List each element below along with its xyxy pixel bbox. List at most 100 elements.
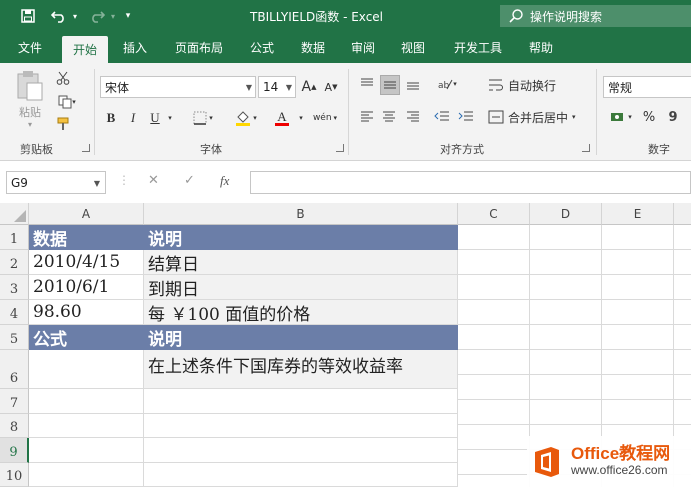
row-header-8[interactable]: 8 [0,414,29,438]
increase-indent-icon[interactable] [456,107,476,125]
clipboard-launcher-icon[interactable] [82,144,90,152]
watermark: Office教程网 www.office26.com [527,436,691,487]
insert-function-button[interactable]: fx [220,173,229,189]
number-format-select[interactable]: 常规 [603,76,691,98]
column-header-a[interactable]: A [29,203,144,225]
cell-a7[interactable] [29,389,144,414]
tab-home[interactable]: 开始 [62,36,108,63]
align-left-icon[interactable] [358,107,376,125]
cell-a9[interactable] [29,438,144,463]
font-name-select[interactable]: 宋体 ▼ [100,76,256,98]
search-input[interactable]: 操作说明搜索 [500,5,691,27]
align-right-icon[interactable] [404,107,422,125]
undo-icon[interactable] [48,6,70,26]
row-header-3[interactable]: 3 [0,275,29,300]
tab-page-layout[interactable]: 页面布局 [162,32,236,63]
customize-qat-icon[interactable]: ▾ [122,6,134,26]
name-box[interactable]: G9 ▼ [6,171,106,194]
bold-button[interactable]: B [102,108,120,128]
percent-style-button[interactable]: % [640,107,658,127]
tab-data[interactable]: 数据 [290,32,336,63]
row-header-6[interactable]: 6 [0,350,29,389]
row-header-4[interactable]: 4 [0,300,29,325]
tab-developer[interactable]: 开发工具 [440,32,516,63]
tab-formulas[interactable]: 公式 [240,32,284,63]
column-header-d[interactable]: D [530,203,602,225]
tab-insert[interactable]: 插入 [112,32,158,63]
cell-b8[interactable] [144,414,458,438]
row-header-7[interactable]: 7 [0,389,29,414]
wrap-text-label: 自动换行 [508,78,557,93]
save-icon[interactable] [18,6,38,26]
cell-b7[interactable] [144,389,458,414]
fill-color-button[interactable]: ▾ [230,108,262,128]
cell-a3[interactable]: 2010/6/1 [29,275,144,300]
cell-b6[interactable]: 在上述条件下国库券的等效收益率 [144,350,458,389]
tab-view[interactable]: 视图 [390,32,436,63]
font-size-value: 14 [263,80,279,94]
align-middle-icon[interactable] [380,75,400,95]
align-top-icon[interactable] [358,75,376,93]
decrease-font-size-button[interactable]: A ▼ [322,77,340,97]
copy-icon[interactable]: ▾ [54,93,80,111]
cell-b10[interactable] [144,463,458,487]
comma-style-button[interactable]: 9 [664,107,682,127]
select-all-corner[interactable] [0,203,29,225]
cell-b9[interactable] [144,438,458,463]
accounting-format-button[interactable]: ▾ [604,107,638,127]
redo-dropdown-icon[interactable]: ▾ [108,6,118,26]
redo-icon[interactable] [86,6,108,26]
column-header-b[interactable]: B [144,203,458,225]
cell-a4[interactable]: 98.60 [29,300,144,325]
font-color-dropdown-icon[interactable]: ▾ [296,108,306,128]
tab-review[interactable]: 审阅 [340,32,386,63]
orientation-button[interactable]: ab ▾ [432,75,462,93]
decrease-indent-icon[interactable] [432,107,452,125]
column-header-f[interactable] [674,203,691,225]
enter-check-icon[interactable]: ✓ [184,173,195,188]
font-launcher-icon[interactable] [336,144,344,152]
more-options-icon[interactable]: ⋮ [118,173,130,187]
font-color-button[interactable]: A [266,108,298,128]
align-center-icon[interactable] [380,107,398,125]
tab-file[interactable]: 文件 [6,32,54,63]
formula-input[interactable] [250,171,691,194]
row-header-2[interactable]: 2 [0,250,29,275]
paste-button[interactable]: 粘贴 ▾ [12,69,48,129]
cell-a8[interactable] [29,414,144,438]
italic-button[interactable]: I [124,108,142,128]
chevron-down-icon: ▼ [93,179,100,188]
undo-dropdown-icon[interactable]: ▾ [70,6,80,26]
cut-icon[interactable] [54,69,72,87]
row-header-10[interactable]: 10 [0,463,29,487]
cell-b5[interactable]: 说明 [144,325,458,350]
cell-a1[interactable]: 数据 [29,225,144,250]
increase-font-size-button[interactable]: A ▲ [300,77,318,97]
alignment-launcher-icon[interactable] [582,144,590,152]
cell-b4[interactable]: 每 ￥100 面值的价格 [144,300,458,325]
underline-button[interactable]: U [146,108,164,128]
merge-center-button[interactable]: 合并后居中 ▾ [488,107,582,127]
column-header-c[interactable]: C [458,203,530,225]
cell-b2[interactable]: 结算日 [144,250,458,275]
wrap-text-button[interactable]: 自动换行 [488,75,560,95]
font-size-select[interactable]: 14 ▼ [258,76,296,98]
cell-a6[interactable] [29,350,144,389]
cell-a2[interactable]: 2010/4/15 [29,250,144,275]
phonetic-guide-button[interactable]: wén ▾ [310,108,340,128]
cell-b1[interactable]: 说明 [144,225,458,250]
underline-dropdown-icon[interactable]: ▾ [164,108,176,128]
borders-button[interactable]: ▾ [188,108,218,128]
cell-a10[interactable] [29,463,144,487]
cell-a5[interactable]: 公式 [29,325,144,350]
cancel-icon[interactable]: ✕ [148,173,159,188]
row-header-9[interactable]: 9 [0,438,29,463]
tab-help[interactable]: 帮助 [518,32,564,63]
cell-b3[interactable]: 到期日 [144,275,458,300]
format-painter-icon[interactable] [54,115,72,133]
align-bottom-icon[interactable] [404,75,422,93]
shrink-font-glyph: A [324,80,333,94]
row-header-5[interactable]: 5 [0,325,29,350]
row-header-1[interactable]: 1 [0,225,29,250]
column-header-e[interactable]: E [602,203,674,225]
